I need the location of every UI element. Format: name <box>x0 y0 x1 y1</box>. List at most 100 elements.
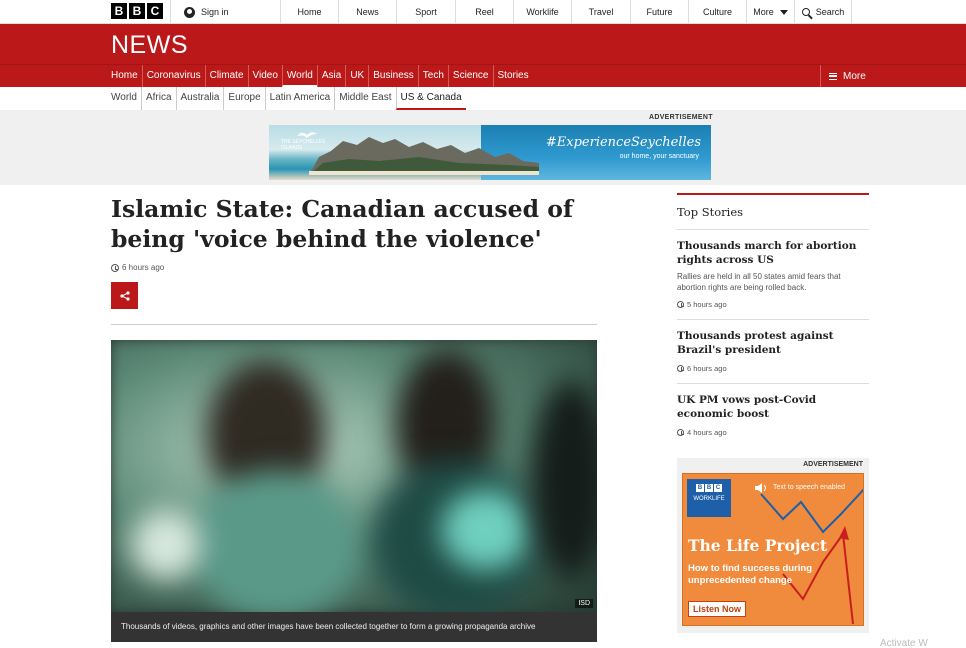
advertisement-label: ADVERTISEMENT <box>803 461 863 468</box>
main-nav-stories[interactable]: Stories <box>492 65 533 87</box>
top-advert-band: ADVERTISEMENT THE SEYCHELLES ISLANDS #Ex… <box>0 110 966 185</box>
global-search-button[interactable]: Search <box>794 0 852 24</box>
global-nav-sport[interactable]: Sport <box>396 0 455 24</box>
news-masthead: NEWS <box>0 24 966 64</box>
article-divider <box>111 324 597 325</box>
global-nav-more[interactable]: More <box>746 0 794 24</box>
global-nav-travel[interactable]: Travel <box>571 0 630 24</box>
search-icon <box>801 8 810 16</box>
image-caption: Thousands of videos, graphics and other … <box>111 612 597 642</box>
main-nav-asia[interactable]: Asia <box>316 65 345 87</box>
seychelles-advert[interactable]: THE SEYCHELLES ISLANDS #ExperienceSeyche… <box>269 125 711 180</box>
main-nav-tech[interactable]: Tech <box>417 65 448 87</box>
share-icon <box>119 290 130 301</box>
more-label: More <box>843 70 866 82</box>
sign-in-label: Sign in <box>201 7 229 17</box>
main-nav-climate[interactable]: Climate <box>204 65 248 87</box>
nav-label: Sport <box>415 7 437 17</box>
sub-nav-middle-east[interactable]: Middle East <box>334 87 395 110</box>
nav-label: Worklife <box>526 7 559 17</box>
badge-text: WORKLIFE <box>693 496 725 502</box>
bbc-worklife-badge: B B C WORKLIFE <box>687 479 731 517</box>
global-nav-culture[interactable]: Culture <box>688 0 746 24</box>
story-time-text: 5 hours ago <box>687 300 727 309</box>
sidebar-advert: ADVERTISEMENT B B C WORKLIFE Text to spe… <box>677 458 869 633</box>
top-story[interactable]: Thousands protest against Brazil's presi… <box>677 319 869 373</box>
article-timestamp: 6 hours ago <box>111 263 164 272</box>
global-nav-news[interactable]: News <box>338 0 396 24</box>
clock-icon <box>677 365 684 372</box>
search-label: Search <box>815 7 845 17</box>
world-sub-nav: World Africa Australia Europe Latin America M… <box>111 87 466 110</box>
clock-icon <box>677 301 684 308</box>
sub-nav-australia[interactable]: Australia <box>175 87 224 110</box>
share-button[interactable] <box>111 282 138 309</box>
image-credit: ISD <box>575 599 593 608</box>
nav-label: News <box>356 7 379 17</box>
top-stories-panel: Top Stories Thousands march for abortion… <box>677 193 869 437</box>
badge-letter: B <box>705 484 713 492</box>
sub-nav-europe[interactable]: Europe <box>223 87 264 110</box>
rocks-image <box>309 137 539 175</box>
article-hero-image: ISD <box>111 340 597 612</box>
caret-down-icon <box>779 9 788 15</box>
main-nav-uk[interactable]: UK <box>345 65 368 87</box>
main-nav-business[interactable]: Business <box>368 65 418 87</box>
story-time-text: 4 hours ago <box>687 428 727 437</box>
bbc-logo-letter: C <box>147 3 163 19</box>
sign-in-link[interactable]: Sign in <box>170 0 280 24</box>
bbc-logo-letter: B <box>111 3 127 19</box>
story-timestamp: 4 hours ago <box>677 428 869 437</box>
listen-now-button[interactable]: Listen Now <box>688 601 747 617</box>
nav-label: Reel <box>475 7 494 17</box>
story-headline[interactable]: UK PM vows post-Covid economic boost <box>677 394 869 421</box>
advertisement-label: ADVERTISEMENT <box>649 114 713 121</box>
top-story[interactable]: UK PM vows post-Covid economic boost 4 h… <box>677 383 869 437</box>
speaker-icon <box>755 483 766 493</box>
news-logo[interactable]: NEWS <box>111 31 188 60</box>
sub-nav-latin-america[interactable]: Latin America <box>264 87 335 110</box>
ad-brand: THE SEYCHELLES ISLANDS <box>281 139 326 151</box>
global-nav: Home News Sport Reel Worklife Travel Fut… <box>280 0 852 24</box>
ad-title: The Life Project <box>688 536 828 555</box>
global-nav-future[interactable]: Future <box>630 0 688 24</box>
badge-letter: B <box>696 484 704 492</box>
sub-nav-world[interactable]: World <box>111 87 141 110</box>
main-nav-coronavirus[interactable]: Coronavirus <box>141 65 205 87</box>
story-timestamp: 5 hours ago <box>677 300 869 309</box>
activate-windows-watermark: Activate W <box>880 638 928 648</box>
main-nav-world[interactable]: World <box>281 65 317 87</box>
top-stories-rule <box>677 193 869 195</box>
sub-nav-africa[interactable]: Africa <box>140 87 176 110</box>
worklife-advert[interactable]: B B C WORKLIFE Text to speech enabled Th… <box>682 473 864 626</box>
top-stories-title: Top Stories <box>677 205 744 219</box>
badge-letter: C <box>714 484 722 492</box>
tts-label: Text to speech enabled <box>773 484 845 491</box>
user-icon <box>184 6 195 18</box>
nav-label: Travel <box>588 7 614 17</box>
clock-icon <box>677 429 684 436</box>
news-main-nav: Home Coronavirus Climate Video World Asia UK Bu… <box>0 64 966 87</box>
story-headline[interactable]: Thousands march for abortion rights acro… <box>677 240 869 267</box>
clock-icon <box>111 263 119 272</box>
nav-label: Home <box>297 7 322 17</box>
global-nav-reel[interactable]: Reel <box>455 0 513 24</box>
main-nav-science[interactable]: Science <box>447 65 493 87</box>
story-timestamp: 6 hours ago <box>677 364 869 373</box>
top-story[interactable]: Thousands march for abortion rights acro… <box>677 229 869 309</box>
story-headline[interactable]: Thousands protest against Brazil's presi… <box>677 330 869 357</box>
nav-label: Future <box>646 7 673 17</box>
global-nav-home[interactable]: Home <box>280 0 338 24</box>
timestamp-text: 6 hours ago <box>122 263 165 272</box>
story-time-text: 6 hours ago <box>687 364 727 373</box>
global-nav-worklife[interactable]: Worklife <box>513 0 571 24</box>
main-nav-more-button[interactable]: More <box>820 65 869 87</box>
main-nav-home[interactable]: Home <box>111 65 142 87</box>
article-headline: Islamic State: Canadian accused of being… <box>111 195 573 253</box>
story-summary: Rallies are held in all 50 states amid f… <box>677 272 841 292</box>
bbc-logo[interactable]: B B C <box>111 3 163 19</box>
main-nav-links: Home Coronavirus Climate Video World Asia UK Bu… <box>111 65 533 87</box>
sub-nav-us-canada[interactable]: US & Canada <box>395 87 466 110</box>
main-nav-video[interactable]: Video <box>247 65 282 87</box>
ad-subtitle: How to find success during unprecedented… <box>688 563 813 586</box>
